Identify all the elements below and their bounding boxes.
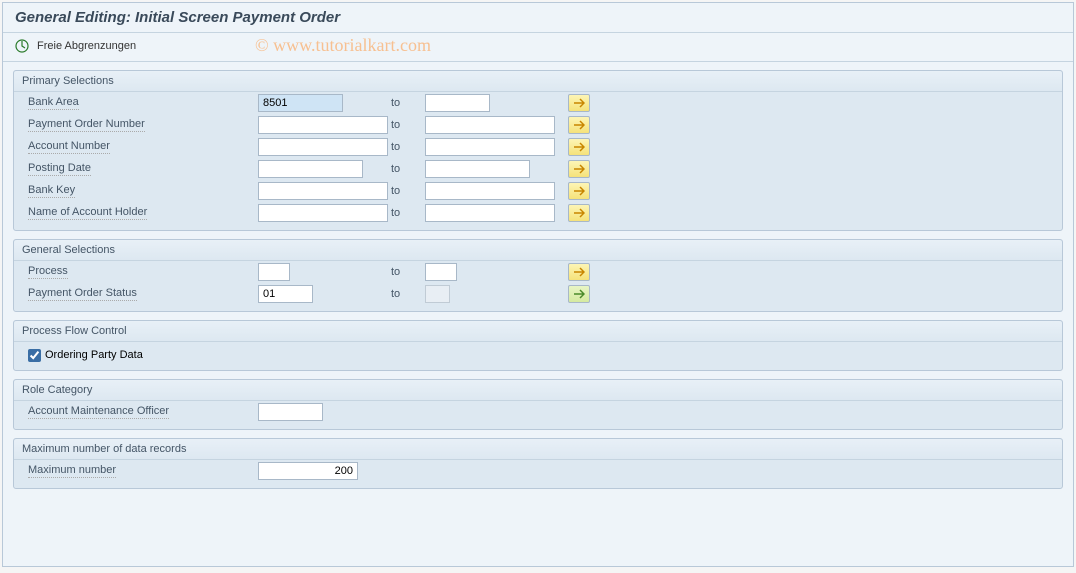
free-selections-button[interactable]: Freie Abgrenzungen — [37, 40, 136, 52]
to-label: to — [391, 141, 421, 153]
ordering-party-checkbox[interactable] — [28, 349, 41, 362]
status-to-input — [425, 285, 450, 303]
page-title: General Editing: Initial Screen Payment … — [15, 9, 340, 26]
max-number-input[interactable] — [258, 462, 358, 480]
to-label: to — [391, 163, 421, 175]
payment-order-number-multi-button[interactable] — [568, 116, 590, 134]
to-label: to — [391, 207, 421, 219]
group-header-primary: Primary Selections — [14, 71, 1062, 92]
process-to-input[interactable] — [425, 263, 457, 281]
label-max-number: Maximum number — [28, 464, 116, 478]
group-header-max: Maximum number of data records — [14, 439, 1062, 460]
posting-date-from-input[interactable] — [258, 160, 363, 178]
bank-area-from-input[interactable] — [258, 94, 343, 112]
title-bar: General Editing: Initial Screen Payment … — [3, 3, 1073, 33]
payment-order-number-from-input[interactable] — [258, 116, 388, 134]
execute-icon[interactable] — [13, 37, 31, 55]
label-process: Process — [28, 265, 68, 279]
label-bank-area: Bank Area — [28, 96, 79, 110]
label-payment-order-number: Payment Order Number — [28, 118, 145, 132]
group-header-flow: Process Flow Control — [14, 321, 1062, 342]
group-general-selections: General Selections Process to Payment Or… — [13, 239, 1063, 312]
account-number-multi-button[interactable] — [568, 138, 590, 156]
bank-key-from-input[interactable] — [258, 182, 388, 200]
group-header-role: Role Category — [14, 380, 1062, 401]
to-label: to — [391, 288, 421, 300]
payment-order-number-to-input[interactable] — [425, 116, 555, 134]
group-primary-selections: Primary Selections Bank Area to Payment … — [13, 70, 1063, 231]
posting-date-to-input[interactable] — [425, 160, 530, 178]
to-label: to — [391, 185, 421, 197]
group-role-category: Role Category Account Maintenance Office… — [13, 379, 1063, 430]
account-holder-from-input[interactable] — [258, 204, 388, 222]
to-label: to — [391, 119, 421, 131]
account-number-to-input[interactable] — [425, 138, 555, 156]
process-from-input[interactable] — [258, 263, 290, 281]
label-account-holder: Name of Account Holder — [28, 206, 147, 220]
toolbar: Freie Abgrenzungen — [3, 33, 1073, 62]
group-max-records: Maximum number of data records Maximum n… — [13, 438, 1063, 489]
posting-date-multi-button[interactable] — [568, 160, 590, 178]
status-multi-button[interactable] — [568, 285, 590, 303]
label-account-maintenance-officer: Account Maintenance Officer — [28, 405, 169, 419]
account-holder-to-input[interactable] — [425, 204, 555, 222]
account-holder-multi-button[interactable] — [568, 204, 590, 222]
to-label: to — [391, 97, 421, 109]
label-account-number: Account Number — [28, 140, 110, 154]
label-ordering-party: Ordering Party Data — [45, 349, 143, 361]
group-header-general: General Selections — [14, 240, 1062, 261]
account-number-from-input[interactable] — [258, 138, 388, 156]
bank-area-to-input[interactable] — [425, 94, 490, 112]
officer-input[interactable] — [258, 403, 323, 421]
label-bank-key: Bank Key — [28, 184, 75, 198]
process-multi-button[interactable] — [568, 263, 590, 281]
status-from-input[interactable] — [258, 285, 313, 303]
label-posting-date: Posting Date — [28, 162, 91, 176]
group-process-flow: Process Flow Control Ordering Party Data — [13, 320, 1063, 371]
bank-key-multi-button[interactable] — [568, 182, 590, 200]
bank-key-to-input[interactable] — [425, 182, 555, 200]
label-payment-order-status: Payment Order Status — [28, 287, 137, 301]
to-label: to — [391, 266, 421, 278]
bank-area-multi-button[interactable] — [568, 94, 590, 112]
